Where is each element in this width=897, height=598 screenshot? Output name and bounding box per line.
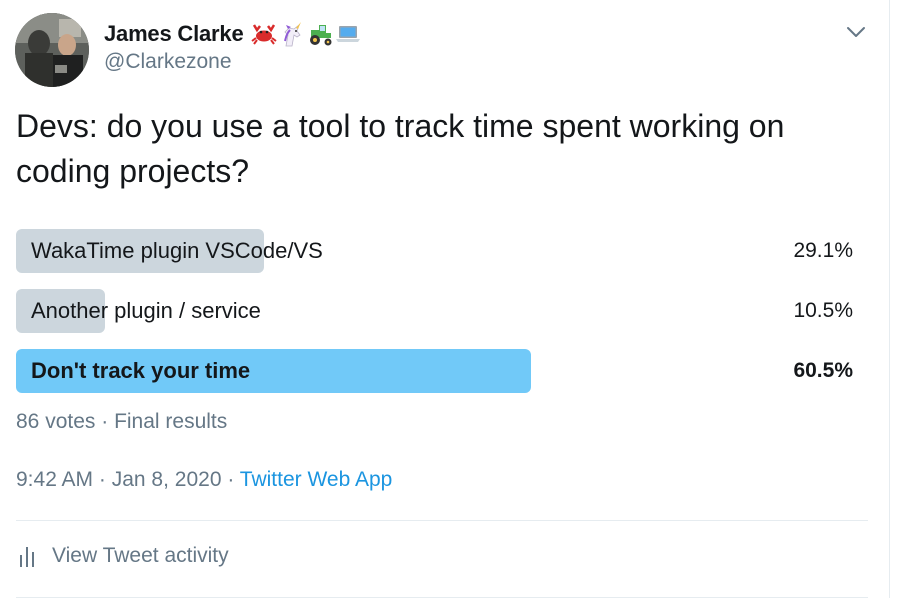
- separator: ·: [95, 410, 115, 433]
- poll-option-winner: Don't track your time 60.5%: [16, 349, 853, 393]
- chevron-down-icon[interactable]: [844, 20, 868, 44]
- poll-summary: 86 votes · Final results: [16, 410, 227, 434]
- tweet-text: Devs: do you use a tool to track time sp…: [16, 108, 785, 189]
- tweet-timestamp: 9:42 AM · Jan 8, 2020 · Twitter Web App: [16, 468, 392, 492]
- poll-option-percent: 60.5%: [793, 359, 853, 382]
- divider: [16, 520, 868, 521]
- poll-option-label: WakaTime plugin VSCode/VS: [31, 238, 323, 263]
- view-tweet-activity-label: View Tweet activity: [52, 544, 229, 567]
- poll-status: Final results: [114, 410, 228, 433]
- bar-chart-icon: [20, 547, 34, 567]
- tweet-time[interactable]: 9:42 AM: [16, 468, 93, 491]
- display-name[interactable]: James Clarke: [104, 21, 244, 47]
- laptop-icon: [336, 26, 361, 42]
- poll-option-label: Another plugin / service: [31, 298, 261, 323]
- poll-option: Another plugin / service 10.5%: [16, 289, 853, 333]
- tractor-icon: [310, 25, 332, 46]
- tweet-card: James Clarke @Clarkezone Devs: do you us…: [0, 0, 897, 598]
- separator: ·: [221, 468, 240, 491]
- column-border: [889, 0, 890, 598]
- user-handle[interactable]: @Clarkezone: [104, 50, 232, 74]
- poll-option: WakaTime plugin VSCode/VS 29.1%: [16, 229, 853, 273]
- tweet-date[interactable]: Jan 8, 2020: [112, 468, 222, 491]
- source-link[interactable]: Twitter Web App: [240, 468, 393, 491]
- poll-votes: 86 votes: [16, 410, 96, 433]
- display-name-row: James Clarke: [104, 19, 361, 49]
- view-tweet-activity-button[interactable]: View Tweet activity: [18, 544, 229, 568]
- poll-option-percent: 29.1%: [793, 239, 853, 262]
- unicorn-icon: [284, 22, 302, 47]
- crab-icon: [251, 24, 278, 45]
- name-emojis: [251, 21, 361, 47]
- poll-option-label: Don't track your time: [31, 358, 251, 383]
- avatar[interactable]: [15, 13, 89, 87]
- separator: ·: [93, 468, 112, 491]
- poll-option-percent: 10.5%: [793, 299, 853, 322]
